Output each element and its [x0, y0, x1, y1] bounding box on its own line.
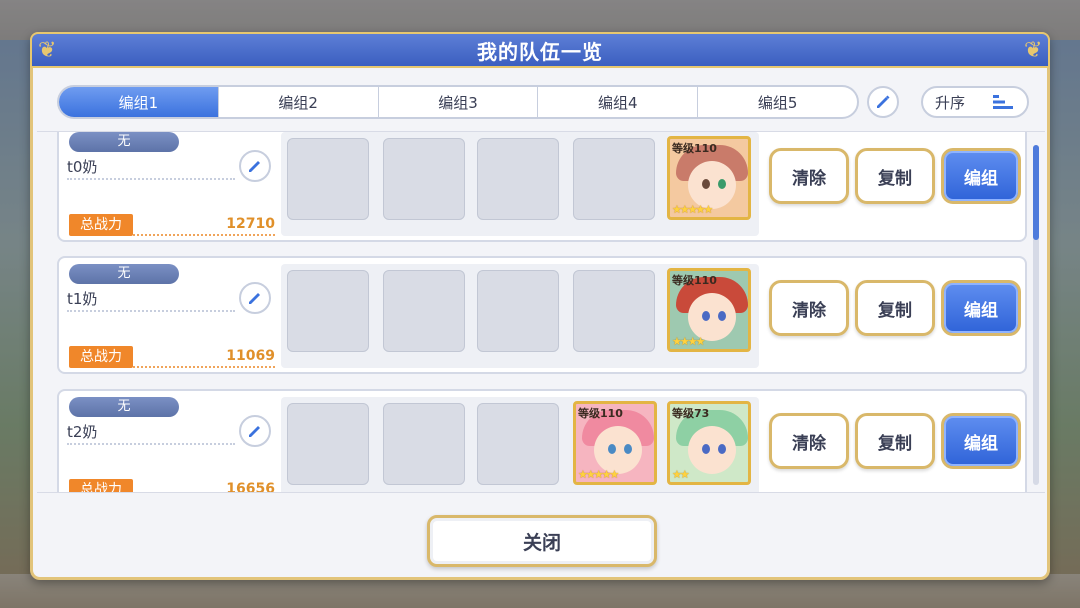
- character-portrait[interactable]: 等级110 ★★★★★: [667, 136, 751, 220]
- portrait-eye: [702, 179, 710, 189]
- tab-team-1[interactable]: 编组1: [59, 87, 219, 117]
- divider: [67, 310, 235, 312]
- portrait-eye: [624, 444, 632, 454]
- sort-button[interactable]: 升序: [921, 86, 1029, 118]
- empty-slot[interactable]: [287, 138, 369, 220]
- portrait-eye: [608, 444, 616, 454]
- empty-slot[interactable]: [383, 403, 465, 485]
- character-portrait[interactable]: 等级110 ★★★★: [667, 268, 751, 352]
- tab-team-3[interactable]: 编组3: [379, 87, 539, 117]
- clear-button[interactable]: 清除: [769, 413, 849, 469]
- scrollbar[interactable]: [1033, 145, 1039, 485]
- divider: [67, 443, 235, 445]
- tab-team-4[interactable]: 编组4: [538, 87, 699, 117]
- character-level: 等级73: [672, 407, 710, 420]
- clear-button[interactable]: 清除: [769, 280, 849, 336]
- team-list-dialog: ❦ 我的队伍一览 ❦ 编组1 编组2 编组3 编组4 编组5 升序 无 t0奶: [30, 32, 1050, 580]
- ornament-icon: ❦: [38, 38, 57, 63]
- portrait-eye: [718, 311, 726, 321]
- copy-button[interactable]: 复制: [855, 413, 935, 469]
- power-label: 总战力: [69, 214, 133, 236]
- pencil-icon: [249, 426, 260, 437]
- empty-slot[interactable]: [477, 403, 559, 485]
- edit-team-button[interactable]: 编组: [941, 148, 1021, 204]
- team-name: t0奶: [67, 158, 98, 176]
- dialog-title: 我的队伍一览: [477, 39, 603, 64]
- star-rating: ★★★★★: [672, 203, 713, 216]
- team-badge: 无: [69, 397, 179, 417]
- character-portrait[interactable]: 等级110 ★★★★★: [573, 401, 657, 485]
- portrait-eye: [718, 179, 726, 189]
- empty-slot[interactable]: [477, 270, 559, 352]
- empty-slot[interactable]: [573, 270, 655, 352]
- star-rating: ★★★★★: [578, 468, 619, 481]
- portrait-eye: [702, 311, 710, 321]
- pencil-icon: [249, 161, 260, 172]
- power-label: 总战力: [69, 479, 133, 492]
- pencil-icon: [249, 293, 260, 304]
- rename-team-button[interactable]: [239, 415, 271, 447]
- power-value: 16656: [226, 481, 275, 493]
- rename-tab-button[interactable]: [867, 86, 899, 118]
- sort-lines-icon: [993, 95, 1013, 109]
- edit-team-button[interactable]: 编组: [941, 413, 1021, 469]
- scrollbar-thumb[interactable]: [1033, 145, 1039, 240]
- power-label: 总战力: [69, 346, 133, 368]
- rename-team-button[interactable]: [239, 150, 271, 182]
- divider: [67, 178, 235, 180]
- copy-button[interactable]: 复制: [855, 148, 935, 204]
- portrait-face: [594, 426, 642, 474]
- empty-slot[interactable]: [477, 138, 559, 220]
- copy-button[interactable]: 复制: [855, 280, 935, 336]
- empty-slot[interactable]: [383, 270, 465, 352]
- rename-team-button[interactable]: [239, 282, 271, 314]
- team-tabs: 编组1 编组2 编组3 编组4 编组5: [57, 85, 859, 119]
- portrait-face: [688, 293, 736, 341]
- team-badge: 无: [69, 264, 179, 284]
- divider: [133, 366, 275, 368]
- character-portrait[interactable]: 等级73 ★★: [667, 401, 751, 485]
- team-name: t1奶: [67, 290, 98, 308]
- power-value: 11069: [226, 348, 275, 364]
- portrait-eye: [718, 444, 726, 454]
- team-row: 无 t0奶 总战力 12710 等级110 ★★★★★ 清除 复制 编组: [57, 132, 1027, 242]
- team-row: 无 t1奶 总战力 11069 等级110 ★★★★ 清除 复制 编组: [57, 256, 1027, 374]
- empty-slot[interactable]: [287, 270, 369, 352]
- edit-team-button[interactable]: 编组: [941, 280, 1021, 336]
- portrait-eye: [702, 444, 710, 454]
- empty-slot[interactable]: [287, 403, 369, 485]
- team-row: 无 t2奶 总战力 16656 等级110 ★★★★★ 等级73 ★★ 清除 复…: [57, 389, 1027, 493]
- pencil-icon: [877, 95, 890, 108]
- power-value: 12710: [226, 216, 275, 232]
- clear-button[interactable]: 清除: [769, 148, 849, 204]
- close-button[interactable]: 关闭: [427, 515, 657, 567]
- portrait-face: [688, 426, 736, 474]
- portrait-face: [688, 161, 736, 209]
- dialog-header: ❦ 我的队伍一览 ❦: [30, 32, 1050, 68]
- star-rating: ★★★★: [672, 335, 705, 348]
- sort-label: 升序: [935, 93, 966, 112]
- tab-team-5[interactable]: 编组5: [698, 87, 857, 117]
- team-list[interactable]: 无 t0奶 总战力 12710 等级110 ★★★★★ 清除 复制 编组 无 t…: [37, 131, 1045, 493]
- team-name: t2奶: [67, 423, 98, 441]
- divider: [133, 234, 275, 236]
- ornament-icon: ❦: [1024, 38, 1043, 63]
- team-badge: 无: [69, 132, 179, 152]
- empty-slot[interactable]: [383, 138, 465, 220]
- tab-team-2[interactable]: 编组2: [219, 87, 379, 117]
- character-level: 等级110: [672, 274, 717, 287]
- star-rating: ★★: [672, 468, 690, 481]
- character-level: 等级110: [578, 407, 623, 420]
- empty-slot[interactable]: [573, 138, 655, 220]
- character-level: 等级110: [672, 142, 717, 155]
